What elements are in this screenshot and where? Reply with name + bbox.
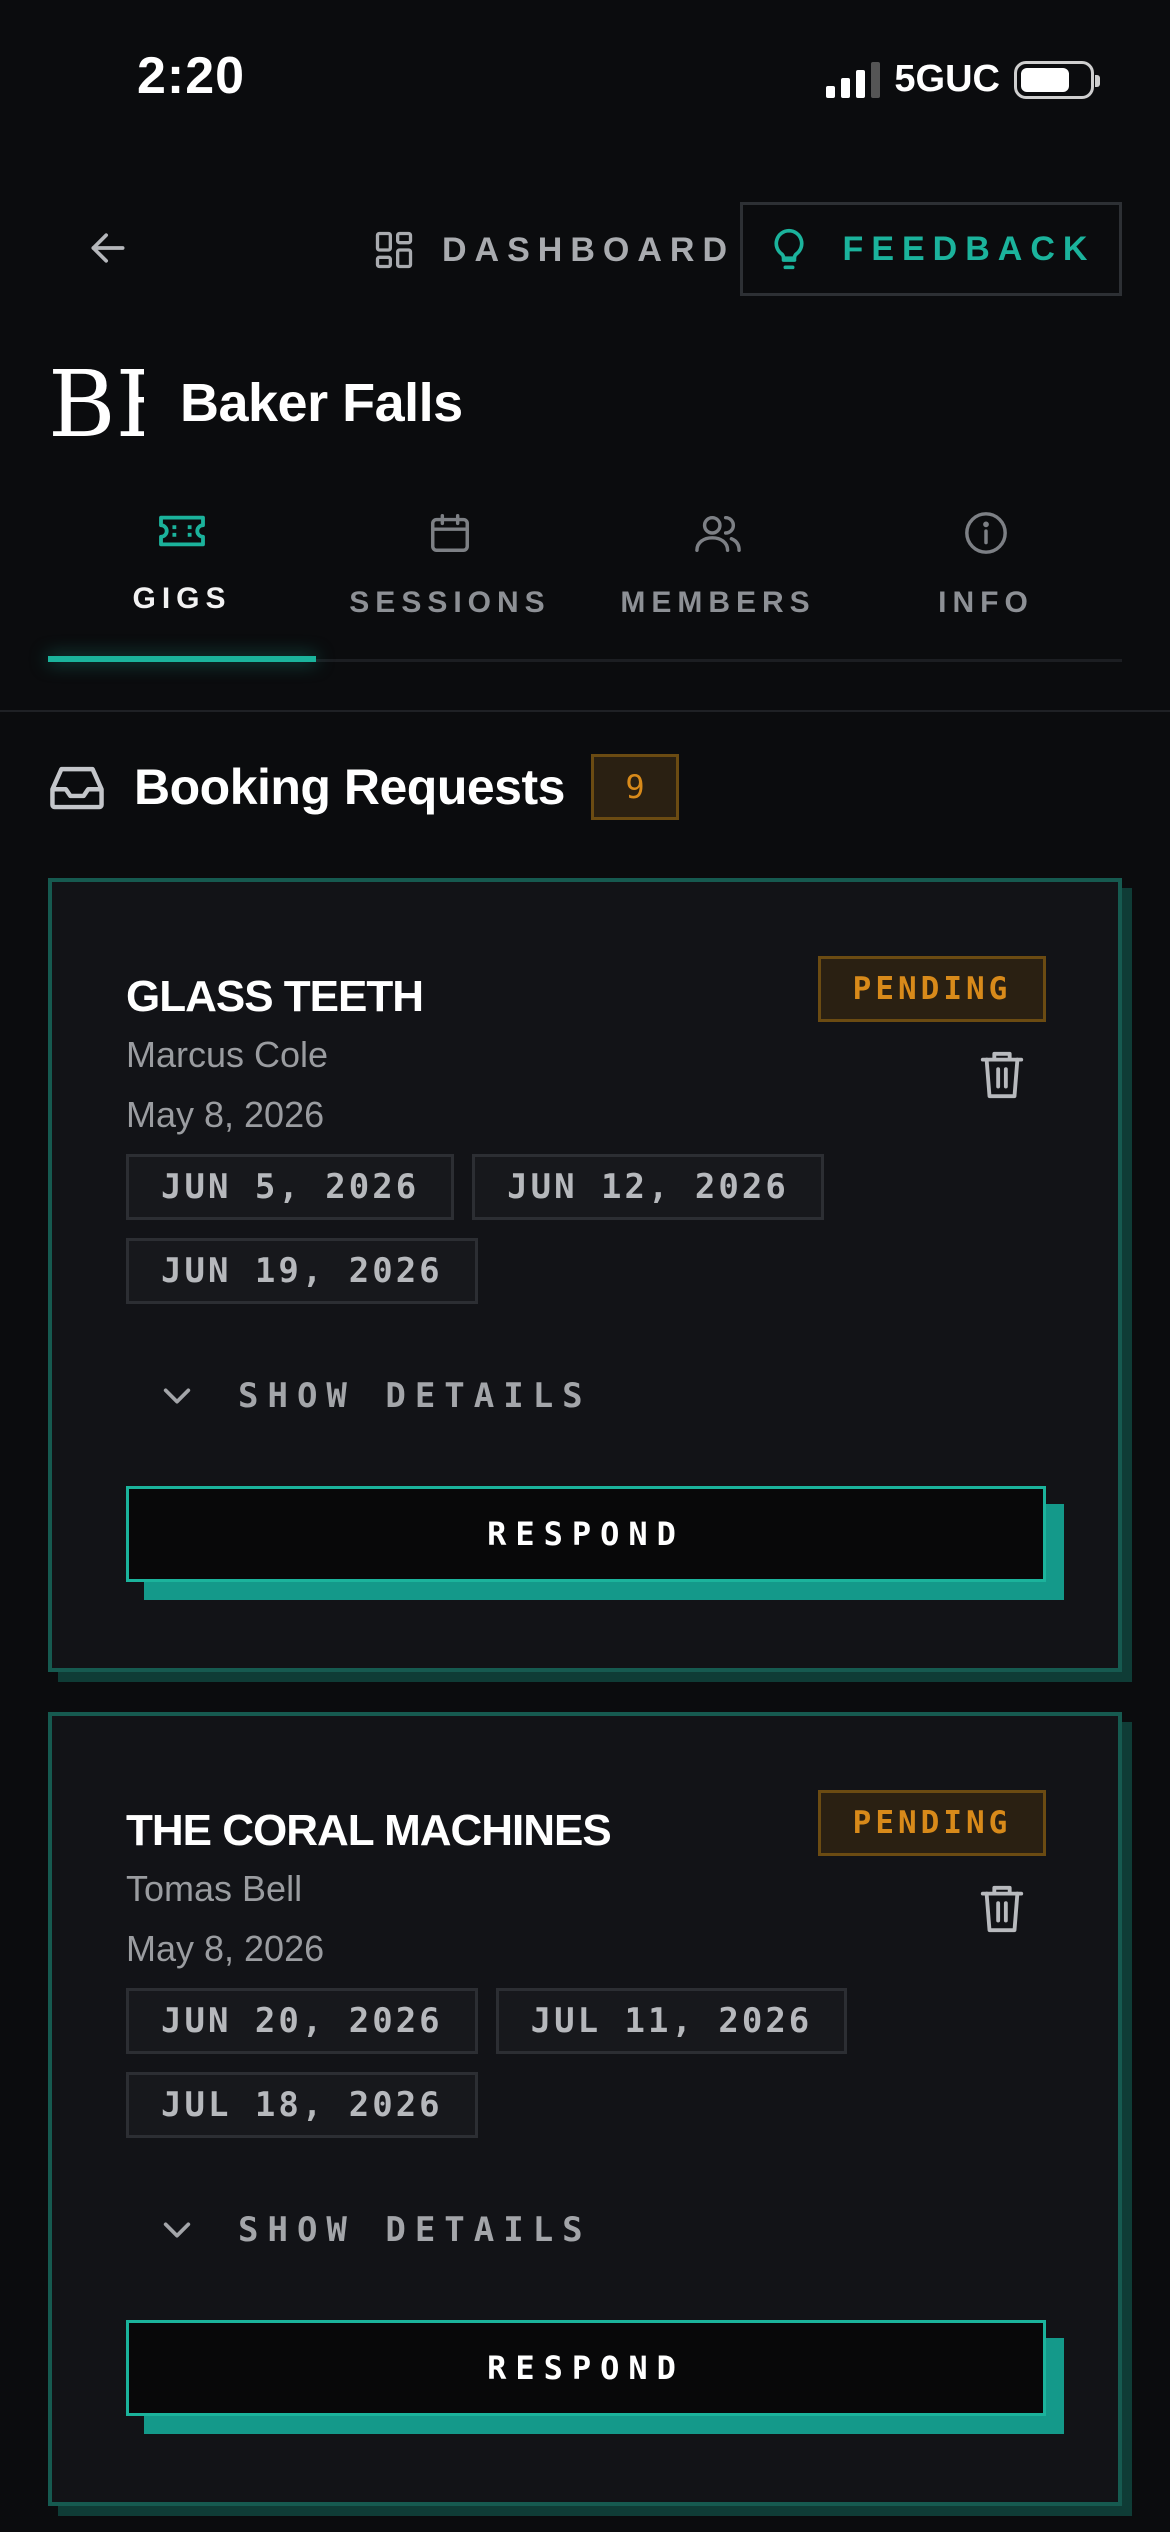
date-chip: JUL 11, 2026 — [495, 1988, 848, 2054]
users-icon — [695, 515, 741, 552]
section-title: Booking Requests — [134, 759, 565, 815]
show-details-label: SHOW DETAILS — [238, 1376, 592, 1416]
tab-gigs-label: GIGS — [132, 582, 232, 615]
back-button[interactable] — [78, 218, 138, 278]
status-indicators: 5GUC — [826, 58, 1100, 101]
request-title: GLASS TEETH — [126, 972, 424, 1021]
respond-button-wrapper: RESPOND — [126, 1486, 1064, 1600]
tab-members[interactable]: MEMBERS — [584, 500, 852, 659]
date-chip: JUN 5, 2026 — [126, 1154, 455, 1220]
show-details-toggle[interactable]: SHOW DETAILS — [160, 2210, 592, 2250]
requested-dates: JUN 5, 2026 JUN 12, 2026 JUN 19, 2026 — [126, 1154, 906, 1304]
network-label: 5GUC — [894, 58, 1000, 100]
respond-button[interactable]: RESPOND — [126, 2320, 1046, 2416]
tab-bar: GIGS SESSIONS MEMBERS INFO — [48, 500, 1122, 662]
tab-sessions[interactable]: SESSIONS — [316, 500, 584, 659]
respond-button-wrapper: RESPOND — [126, 2320, 1064, 2434]
tab-info[interactable]: INFO — [852, 500, 1120, 659]
booking-request-card: GLASS TEETH Marcus Cole May 8, 2026 PEND… — [48, 878, 1122, 1672]
band-logo: BF — [48, 358, 144, 446]
request-date: May 8, 2026 — [126, 1094, 325, 1135]
dashboard-button[interactable]: DASHBOARD — [372, 210, 735, 290]
tab-gigs[interactable]: GIGS — [48, 500, 316, 662]
requester-name: Tomas Bell — [126, 1868, 303, 1909]
trash-icon[interactable] — [980, 1884, 1024, 1934]
info-icon — [965, 512, 1007, 554]
status-bar: 2:20 5GUC — [0, 0, 1170, 150]
chevron-down-icon — [163, 1388, 191, 1404]
show-details-toggle[interactable]: SHOW DETAILS — [160, 1376, 592, 1416]
date-chip: JUN 12, 2026 — [472, 1154, 824, 1220]
chevron-down-icon — [163, 2222, 191, 2238]
booking-request-card: THE CORAL MACHINES Tomas Bell May 8, 202… — [48, 1712, 1122, 2506]
feedback-button[interactable]: FEEDBACK — [740, 202, 1122, 296]
status-badge: PENDING — [818, 956, 1046, 1022]
tab-info-label: INFO — [938, 586, 1034, 619]
date-chip: JUN 20, 2026 — [126, 1988, 478, 2054]
tab-sessions-label: SESSIONS — [349, 586, 551, 619]
section-divider — [0, 710, 1170, 712]
inbox-icon — [50, 766, 104, 810]
ticket-icon — [159, 515, 205, 547]
show-details-label: SHOW DETAILS — [238, 2210, 592, 2250]
status-badge: PENDING — [818, 1790, 1046, 1856]
arrow-left-icon — [91, 233, 125, 263]
date-chip: JUN 19, 2026 — [126, 1238, 478, 1304]
signal-icon — [826, 61, 881, 98]
dashboard-label: DASHBOARD — [442, 230, 735, 269]
respond-button[interactable]: RESPOND — [126, 1486, 1046, 1582]
battery-icon — [1014, 60, 1100, 99]
booking-requests-header: Booking Requests 9 — [48, 752, 679, 822]
status-time: 2:20 — [137, 47, 246, 105]
calendar-icon — [431, 514, 469, 552]
requested-dates: JUN 20, 2026 JUL 11, 2026 JUL 18, 2026 — [126, 1988, 906, 2138]
feedback-label: FEEDBACK — [842, 229, 1096, 268]
lightbulb-icon — [774, 228, 804, 270]
dashboard-icon — [375, 231, 413, 269]
trash-icon[interactable] — [980, 1050, 1024, 1100]
request-date: May 8, 2026 — [126, 1928, 325, 1969]
tab-members-label: MEMBERS — [620, 586, 816, 619]
request-title: THE CORAL MACHINES — [126, 1806, 612, 1855]
date-chip: JUL 18, 2026 — [126, 2072, 478, 2138]
band-logo-text: BF — [48, 358, 144, 446]
requester-name: Marcus Cole — [126, 1034, 329, 1075]
request-count-badge: 9 — [590, 754, 679, 820]
band-name: Baker Falls — [180, 373, 463, 433]
